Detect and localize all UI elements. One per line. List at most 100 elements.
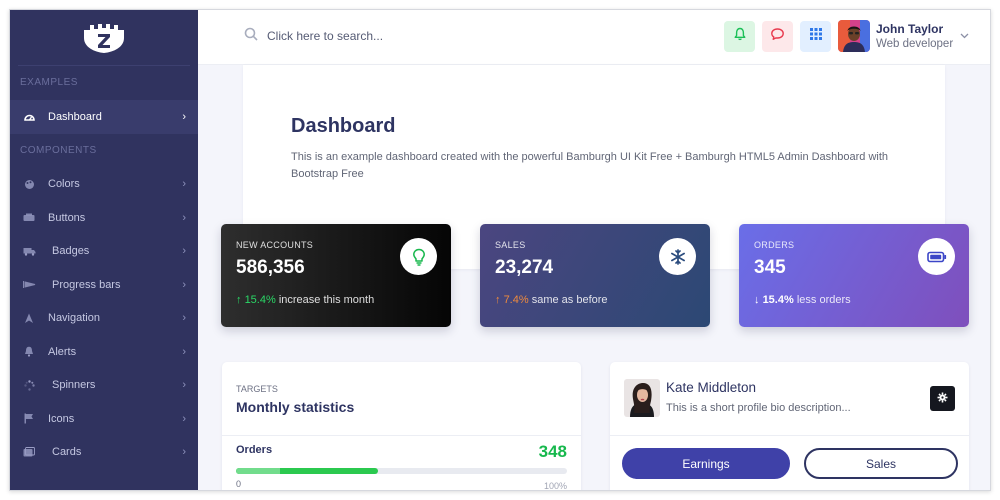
notifications-button[interactable] — [724, 21, 755, 52]
stat-change: 15.4% — [762, 294, 794, 306]
orders-count: 348 — [538, 442, 567, 461]
stat-card-orders: ORDERS 345 ↓ 15.4% less orders — [739, 224, 969, 327]
bell-icon — [22, 345, 36, 359]
stat-card-new-accounts: NEW ACCOUNTS 586,356 ↑ 15.4% increase th… — [221, 224, 451, 327]
sidebar-item-navigation[interactable]: Navigation › — [10, 302, 198, 336]
progress-max-label: 100% — [543, 481, 567, 491]
sidebar-item-label: Dashboard — [48, 110, 102, 123]
messages-button[interactable] — [762, 21, 793, 52]
chevron-right-icon: › — [182, 446, 186, 459]
progress-icon — [22, 278, 36, 292]
sidebar-item-dashboard[interactable]: Dashboard › — [10, 100, 198, 134]
progress-min-label: 0 — [236, 479, 242, 489]
apps-grid-button[interactable] — [800, 21, 831, 52]
stat-note: ↓ 15.4% less orders — [754, 294, 954, 306]
avatar — [838, 20, 870, 52]
snowflake-icon — [659, 238, 696, 275]
arrow-down-icon: ↓ — [754, 294, 760, 306]
profile-card: Kate Middleton This is a short profile b… — [610, 362, 969, 490]
top-header: Click here to search... John Taylor Web … — [198, 10, 990, 65]
sidebar-item-label: Badges — [52, 245, 90, 258]
sidebar-section-components: COMPONENTS — [20, 144, 97, 156]
sidebar-item-colors[interactable]: Colors › — [10, 168, 198, 202]
stat-change: 7.4% — [503, 294, 529, 306]
sidebar-item-label: Navigation — [48, 312, 100, 325]
stat-note-text: less orders — [796, 294, 851, 306]
sidebar: EXAMPLES Dashboard › COMPONENTS Colors ›… — [10, 10, 198, 490]
sidebar-item-label: Progress bars — [52, 278, 121, 291]
search-icon — [244, 27, 258, 44]
arrow-up-icon: ↑ — [236, 294, 242, 306]
chevron-right-icon: › — [182, 278, 186, 291]
chevron-right-icon: › — [182, 110, 186, 123]
chevron-right-icon: › — [182, 211, 186, 224]
sidebar-item-label: Colors — [48, 178, 80, 191]
buttons-icon — [22, 211, 36, 225]
stat-note: ↑ 7.4% same as before — [495, 294, 695, 306]
page-description: This is an example dashboard created wit… — [291, 151, 889, 180]
chevron-right-icon: › — [182, 379, 186, 392]
sidebar-item-icons[interactable]: Icons › — [10, 402, 198, 436]
sidebar-item-progress-bars[interactable]: Progress bars › — [10, 268, 198, 302]
sidebar-item-buttons[interactable]: Buttons › — [10, 201, 198, 235]
monthly-statistics-card: TARGETS Monthly statistics Orders 348 0 … — [222, 362, 581, 491]
user-info: John Taylor Web developer — [876, 22, 953, 50]
orders-progress-bar — [236, 468, 567, 474]
logo-icon — [84, 23, 124, 53]
sidebar-item-spinners[interactable]: Spinners › — [10, 369, 198, 403]
navigation-icon — [22, 311, 36, 325]
user-menu[interactable]: John Taylor Web developer — [838, 20, 953, 52]
gear-icon — [937, 390, 948, 408]
sidebar-item-label: Alerts — [48, 345, 77, 358]
card-title: Monthly statistics — [236, 399, 355, 415]
sidebar-item-cards[interactable]: Cards › — [10, 436, 198, 470]
chevron-right-icon: › — [182, 245, 186, 258]
search-box[interactable]: Click here to search... — [244, 27, 383, 44]
sales-button[interactable]: Sales — [804, 448, 958, 479]
sidebar-item-badges[interactable]: Badges › — [10, 235, 198, 269]
page-title: Dashboard — [291, 115, 396, 137]
stat-note-text: same as before — [531, 294, 608, 306]
chevron-right-icon: › — [182, 345, 186, 358]
flag-icon — [22, 412, 36, 426]
grid-icon — [809, 27, 823, 46]
chevron-right-icon: › — [182, 178, 186, 191]
progress-fill-start — [236, 468, 280, 474]
profile-avatar — [624, 379, 660, 417]
arrow-up-icon: ↑ — [495, 294, 501, 306]
battery-icon — [918, 238, 955, 275]
user-role: Web developer — [876, 38, 954, 50]
bell-icon — [733, 27, 747, 46]
stat-card-sales: SALES 23,274 ↑ 7.4% same as before — [480, 224, 710, 327]
truck-icon — [22, 244, 36, 258]
lightbulb-icon — [400, 238, 437, 275]
sidebar-item-label: Buttons — [48, 211, 86, 224]
sidebar-item-label: Spinners — [52, 379, 96, 392]
chevron-right-icon: › — [182, 312, 186, 325]
divider — [610, 435, 969, 436]
stat-change: 15.4% — [244, 294, 276, 306]
sidebar-item-label: Cards — [52, 446, 82, 459]
divider — [222, 435, 581, 436]
user-name: John Taylor — [876, 22, 944, 36]
card-overline: TARGETS — [236, 384, 278, 394]
orders-label: Orders — [236, 444, 273, 456]
app-window: EXAMPLES Dashboard › COMPONENTS Colors ›… — [9, 9, 991, 491]
profile-bio: This is a short profile bio description.… — [666, 402, 851, 414]
earnings-button[interactable]: Earnings — [622, 448, 790, 479]
spinner-icon — [22, 378, 36, 392]
chevron-down-icon[interactable] — [960, 30, 969, 42]
settings-button[interactable] — [930, 386, 955, 411]
sidebar-item-alerts[interactable]: Alerts › — [10, 335, 198, 369]
dashboard-icon — [22, 110, 36, 124]
logo[interactable] — [18, 10, 190, 66]
sidebar-item-label: Icons — [48, 412, 75, 425]
stat-note-text: increase this month — [278, 294, 375, 306]
chevron-right-icon: › — [182, 412, 186, 425]
sidebar-section-examples: EXAMPLES — [20, 77, 78, 88]
chat-bubble-icon — [770, 27, 785, 46]
profile-name: Kate Middleton — [666, 380, 757, 395]
palette-icon — [22, 177, 36, 191]
cards-icon — [22, 445, 36, 459]
search-input[interactable]: Click here to search... — [267, 29, 383, 43]
